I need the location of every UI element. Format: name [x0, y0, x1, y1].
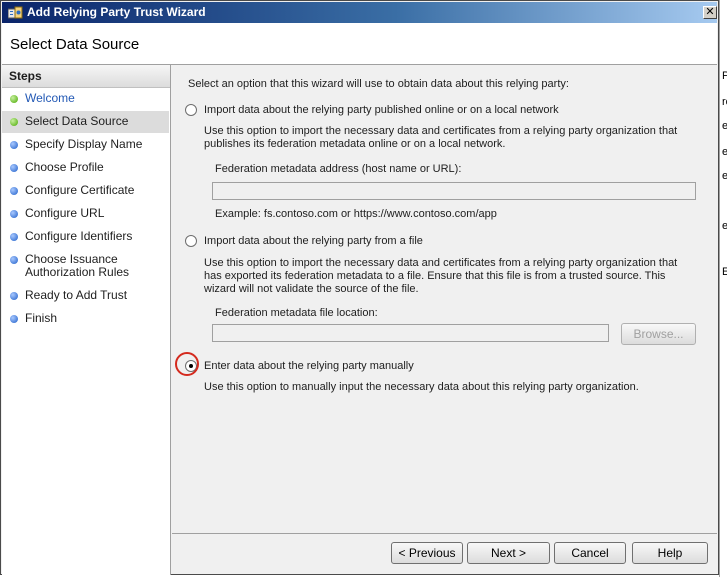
background-text-fragment: E [722, 266, 727, 278]
step-label: Configure URL [25, 206, 105, 220]
step-label: Configure Certificate [25, 183, 135, 197]
step-pending-icon [10, 210, 18, 218]
steps-header: Steps [2, 65, 170, 88]
highlight-annotation-circle [175, 352, 199, 376]
step-item-choose-profile: Choose Profile [2, 157, 169, 179]
steps-panel: Steps Welcome Select Data Source Specify… [2, 65, 171, 575]
step-pending-icon [10, 187, 18, 195]
wizard-dialog: Add Relying Party Trust Wizard ✕ Select … [0, 0, 719, 575]
next-button[interactable]: Next > [467, 542, 550, 564]
cancel-button[interactable]: Cancel [554, 542, 626, 564]
previous-button[interactable]: < Previous [391, 542, 463, 564]
step-label: Select Data Source [25, 114, 129, 128]
step-item-finish: Finish [2, 308, 169, 330]
step-label: Ready to Add Trust [25, 288, 128, 302]
step-label: Configure Identifiers [25, 229, 133, 243]
step-item-configure-certificate: Configure Certificate [2, 180, 169, 202]
step-item-configure-url: Configure URL [2, 203, 169, 225]
radio-import-file-label[interactable]: Import data about the relying party from… [204, 235, 423, 248]
step-complete-icon [10, 95, 18, 103]
step-item-configure-identifiers: Configure Identifiers [2, 226, 169, 248]
step-item-welcome[interactable]: Welcome [2, 88, 169, 110]
step-label: Welcome [25, 91, 75, 105]
step-pending-icon [10, 256, 18, 264]
step-pending-icon [10, 164, 18, 172]
background-text-fragment: e [722, 146, 727, 158]
radio-enter-manually-label[interactable]: Enter data about the relying party manua… [204, 360, 414, 373]
step-pending-icon [10, 233, 18, 241]
help-button[interactable]: Help [632, 542, 708, 564]
step-pending-icon [10, 315, 18, 323]
close-button[interactable]: ✕ [703, 6, 717, 19]
import-file-description: Use this option to import the necessary … [204, 257, 678, 295]
background-text-fragment: e [722, 120, 727, 132]
wizard-header: Select Data Source [2, 23, 717, 65]
radio-import-online[interactable] [185, 104, 197, 116]
step-pending-icon [10, 292, 18, 300]
browse-button[interactable]: Browse... [621, 323, 696, 345]
metadata-address-input[interactable] [212, 182, 696, 200]
step-complete-icon [10, 118, 18, 126]
import-online-description: Use this option to import the necessary … [204, 125, 678, 150]
metadata-file-input[interactable] [212, 324, 609, 342]
enter-manually-description: Use this option to manually input the ne… [204, 381, 639, 393]
metadata-address-label: Federation metadata address (host name o… [215, 163, 462, 175]
close-icon: ✕ [705, 6, 715, 18]
radio-import-online-label[interactable]: Import data about the relying party publ… [204, 104, 559, 117]
intro-text: Select an option that this wizard will u… [188, 78, 569, 90]
step-item-specify-display-name: Specify Display Name [2, 134, 169, 156]
radio-import-file[interactable] [185, 235, 197, 247]
metadata-file-label: Federation metadata file location: [215, 307, 378, 319]
step-label: Choose Profile [25, 160, 104, 174]
window-title: Add Relying Party Trust Wizard [27, 5, 206, 19]
step-pending-icon [10, 141, 18, 149]
background-text-fragment: P [722, 70, 727, 82]
step-item-select-data-source[interactable]: Select Data Source [2, 111, 169, 133]
trust-wizard-icon [8, 6, 23, 19]
step-label: Choose Issuance Authorization Rules [25, 252, 130, 279]
page-title: Select Data Source [10, 36, 140, 53]
steps-heading: Steps [9, 69, 42, 83]
step-label: Finish [25, 311, 58, 325]
step-item-ready-to-add-trust: Ready to Add Trust [2, 285, 169, 307]
background-text-fragment: e [722, 220, 727, 232]
background-window-edge [719, 0, 727, 577]
metadata-address-example: Example: fs.contoso.com or https://www.c… [215, 208, 497, 220]
step-item-choose-issuance-authorization-rules: Choose Issuance Authorization Rules [2, 249, 169, 283]
background-text-fragment: e [722, 170, 727, 182]
title-bar[interactable]: Add Relying Party Trust Wizard ✕ [2, 2, 717, 23]
background-text-fragment: ro [722, 96, 727, 108]
step-label: Specify Display Name [25, 137, 143, 151]
